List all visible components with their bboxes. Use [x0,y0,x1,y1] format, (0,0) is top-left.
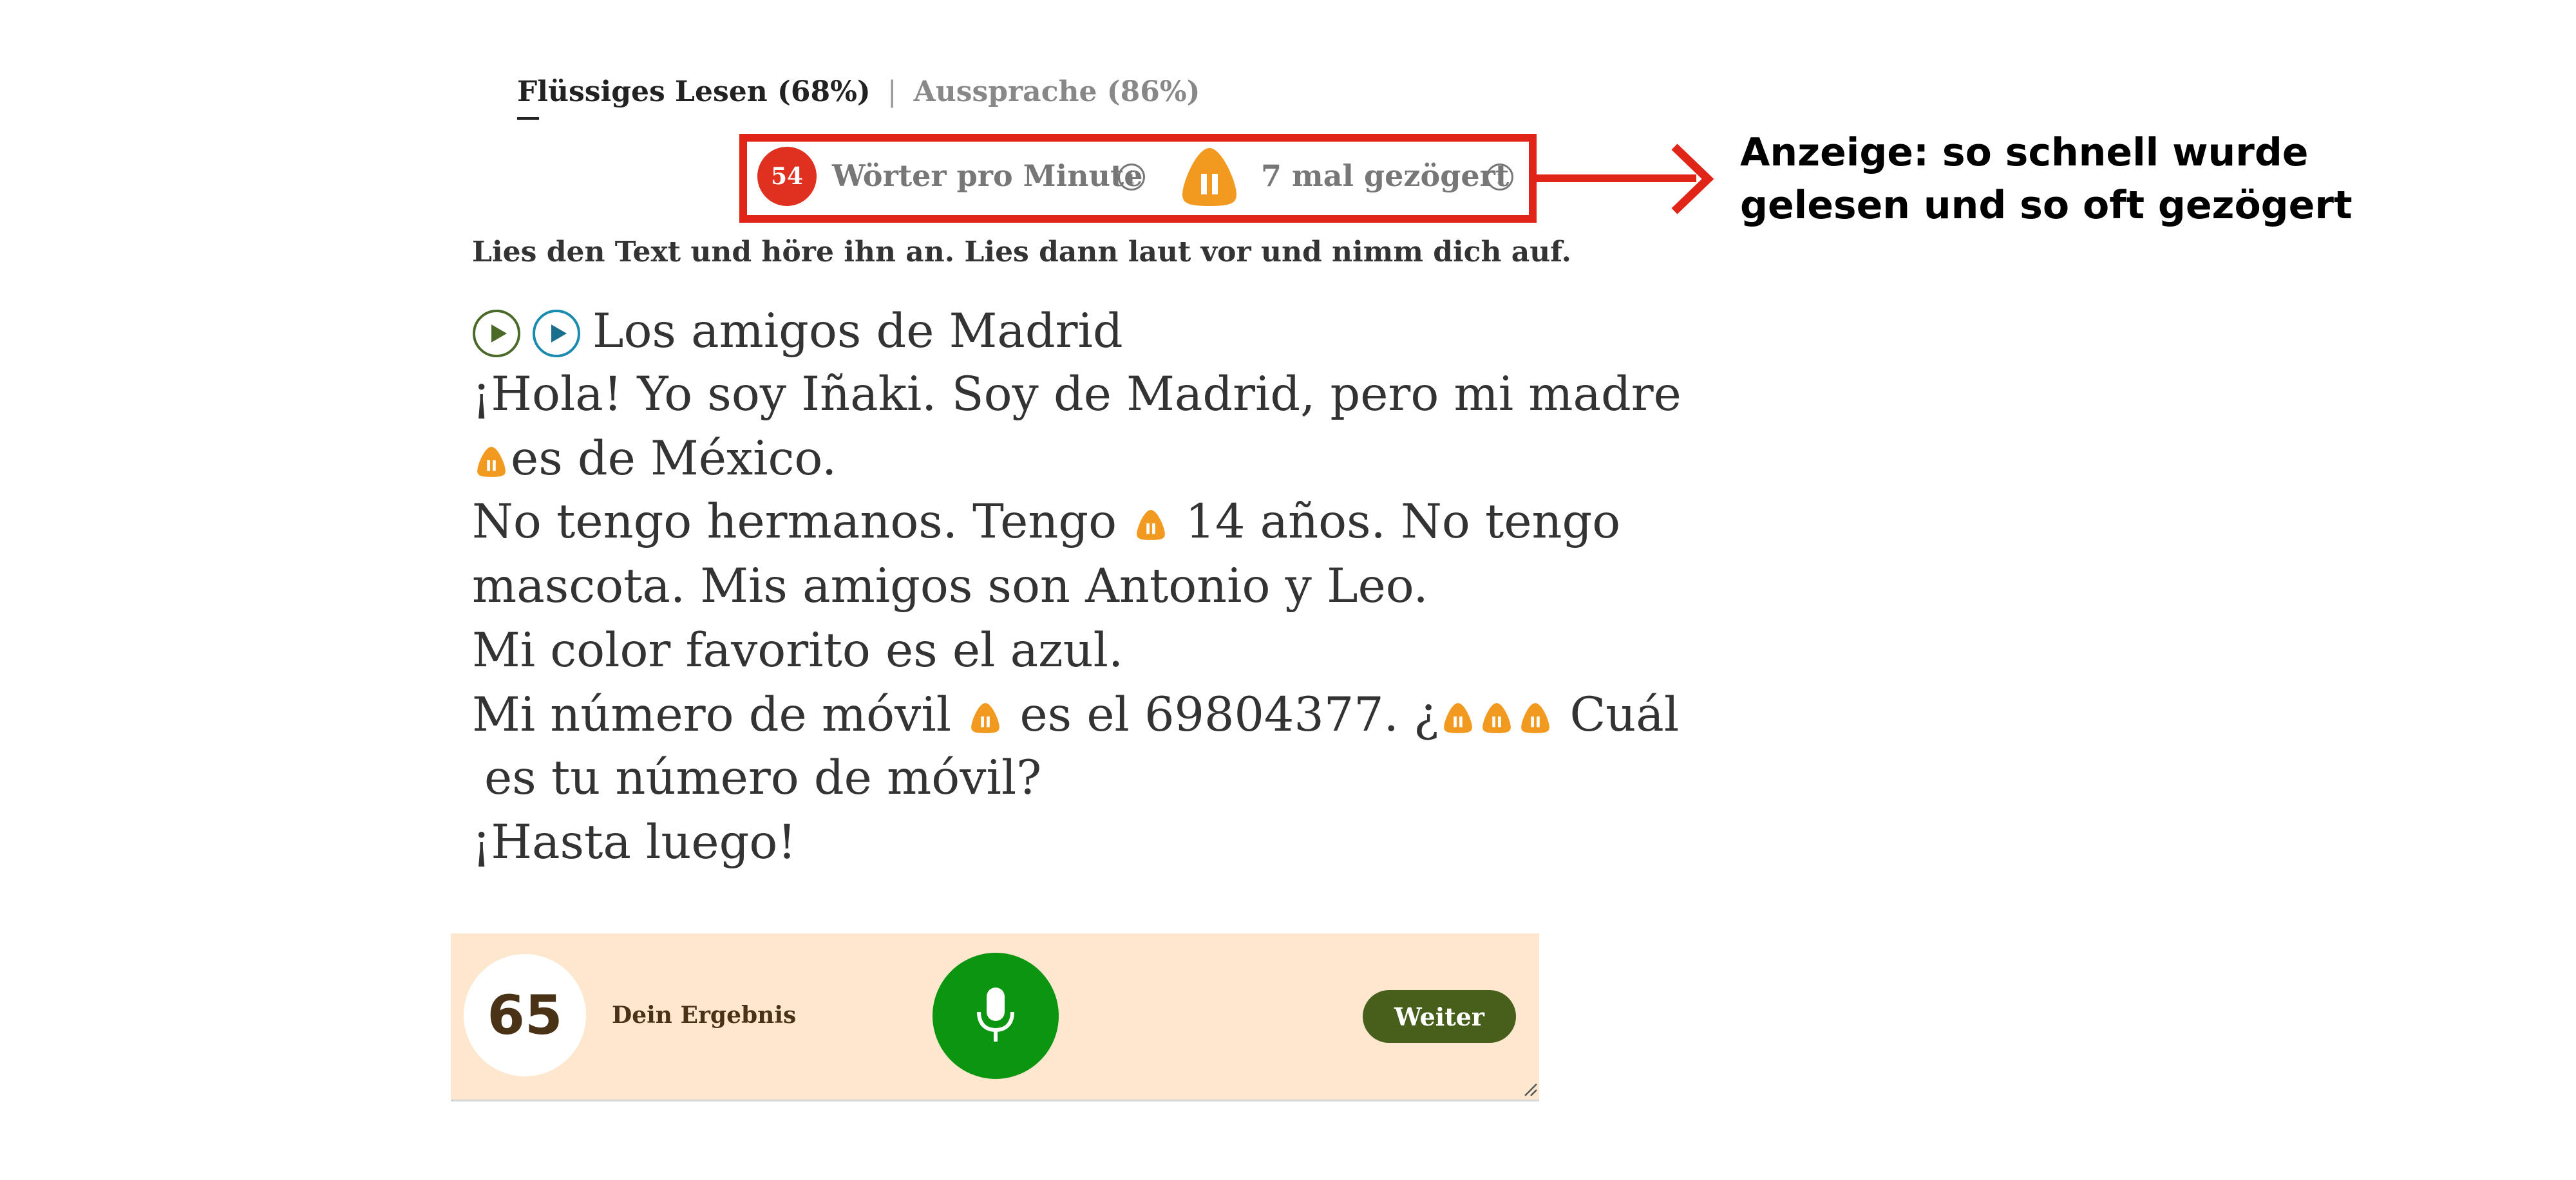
play-original-button[interactable] [472,309,521,358]
reading-line: Mi color favorito es el azul. [472,623,1124,678]
annotation-line-2: gelesen und so oft gezögert [1740,183,2353,228]
reading-text: es el 69804377. ¿ [1019,688,1439,742]
pause-icon [1482,703,1511,733]
tab-separator: | [887,75,897,108]
reading-text: es de México. [511,431,837,486]
score-value: 65 [464,954,586,1076]
record-button[interactable] [933,953,1059,1079]
annotation-line-1: Anzeige: so schnell wurde [1740,130,2309,175]
active-tab-indicator [517,117,539,120]
instruction-text: Lies den Text und höre ihn an. Lies dann… [472,236,1571,268]
tab-fluent-reading[interactable]: Flüssiges Lesen (68%) [517,75,871,120]
pause-icon [1444,703,1473,733]
play-recording-button[interactable] [532,309,581,358]
pause-icon [971,703,1000,733]
reading-text: 14 años. No tengo [1185,494,1621,549]
reading-text: No tengo hermanos. Tengo [472,494,1117,549]
footer-divider [451,1100,1539,1101]
reading-line: Mi número de móvil es el 69804377. ¿ Cuá… [472,691,1679,738]
pause-icon [1521,703,1550,733]
tab-bar: Flüssiges Lesen (68%) | Aussprache (86%) [517,72,1200,120]
info-icon[interactable]: i [1486,164,1513,191]
reading-line: es de México. [472,435,837,482]
reading-text: Mi número de móvil [472,688,952,742]
reading-line: No tengo hermanos. Tengo 14 años. No ten… [472,498,1620,545]
reading-line: es tu número de móvil? [484,751,1042,805]
pause-icon [1182,148,1236,206]
next-button[interactable]: Weiter [1363,990,1516,1043]
pause-icon [1137,510,1166,540]
reading-line: ¡Hasta luego! [472,815,797,870]
resize-handle-icon[interactable] [1520,1079,1538,1097]
arrow-head-icon [1671,144,1714,214]
reading-text: Cuál [1569,688,1680,742]
reading-line: mascota. Mis amigos son Antonio y Leo. [472,559,1428,613]
pause-icon [477,447,506,477]
info-icon[interactable]: i [1118,164,1145,191]
hesitation-label: 7 mal gezögert [1261,158,1510,193]
reading-line: ¡Hola! Yo soy Iñaki. Soy de Madrid, pero… [472,367,1681,422]
score-label: Dein Ergebnis [612,1002,797,1029]
microphone-icon [977,988,1014,1042]
wpm-badge: 54 [757,147,817,206]
annotation-text: Anzeige: so schnell wurde gelesen und so… [1740,126,2384,232]
wpm-label: Wörter pro Minute [832,158,1143,193]
tab-fluent-reading-label: Flüssiges Lesen (68%) [517,75,871,108]
reading-title: Los amigos de Madrid [592,304,1123,359]
tab-pronunciation[interactable]: Aussprache (86%) [914,75,1200,108]
